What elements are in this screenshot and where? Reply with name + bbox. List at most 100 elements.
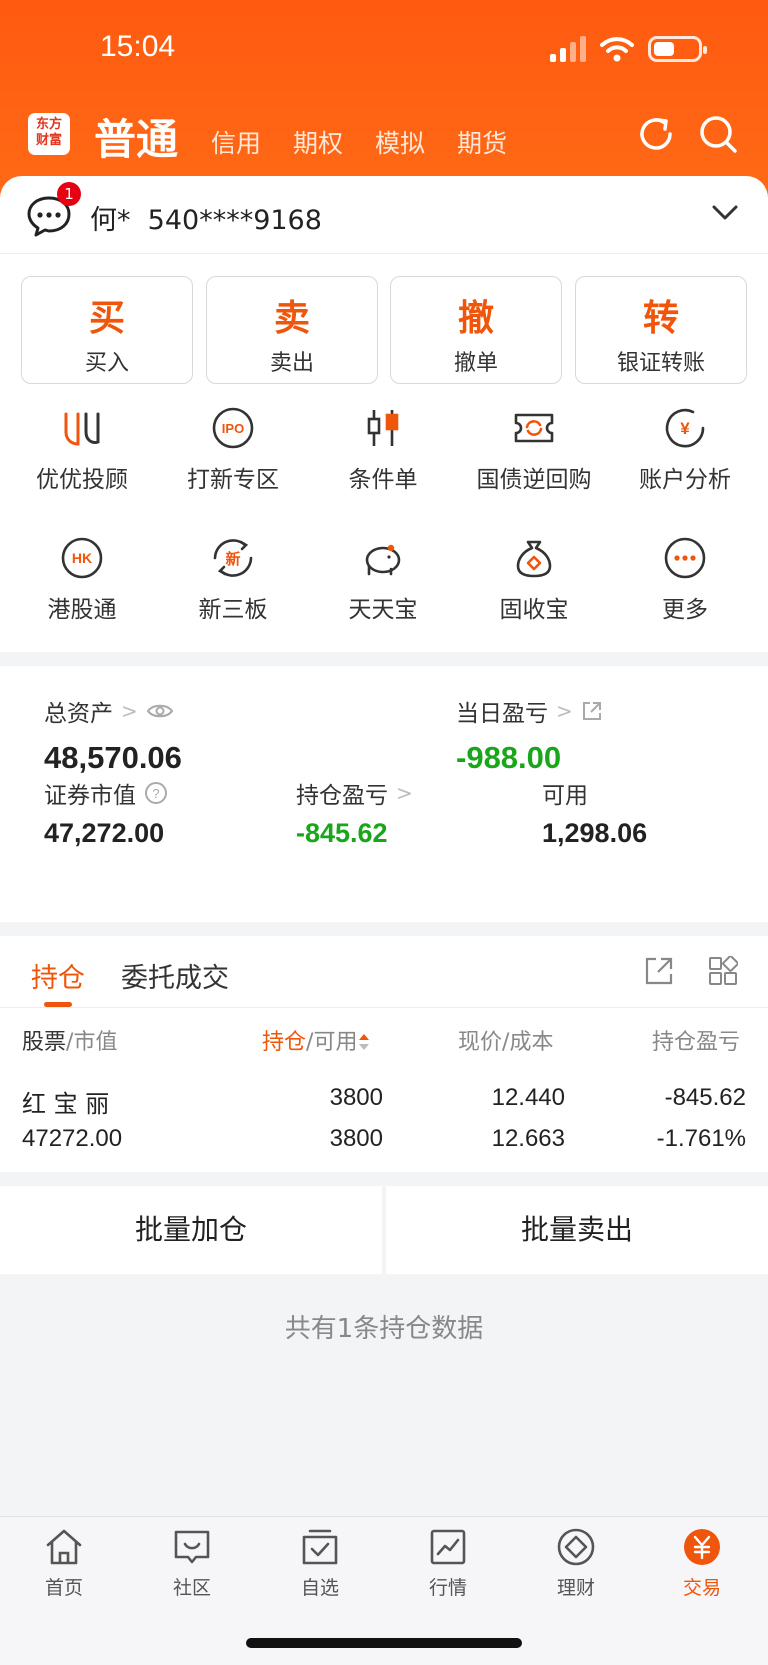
grid-label: 优优投顾 <box>36 467 128 493</box>
col-price-text: 现价 <box>458 1030 503 1055</box>
new-board-icon-text: 新 <box>225 550 240 568</box>
grid-item-tiantianbao[interactable]: 天天宝 <box>313 536 453 624</box>
trade-icon <box>684 1529 720 1565</box>
col-header-holding[interactable]: 持仓/可用 <box>262 1024 371 1056</box>
tab-label: 社区 <box>172 1577 211 1599</box>
tab-label: 自选 <box>300 1577 339 1599</box>
row-price: 12.440 <box>491 1084 565 1111</box>
cancel-order-button[interactable]: 撤 撤单 <box>390 276 562 384</box>
svg-text:?: ? <box>152 786 159 801</box>
tab-positions[interactable]: 持仓 <box>31 956 85 995</box>
grid-item-reverse-repo[interactable]: 国债逆回购 <box>464 406 604 494</box>
grid-label: 港股通 <box>47 597 117 623</box>
status-time: 15:04 <box>100 30 176 63</box>
tab-community[interactable]: 社区 <box>142 1527 242 1600</box>
grid-item-youyou-advisor[interactable]: 优优投顾 <box>12 406 152 494</box>
community-icon <box>174 1530 210 1564</box>
grid-label: 国债逆回购 <box>476 467 592 493</box>
tab-market[interactable]: 行情 <box>398 1527 498 1600</box>
account-bar[interactable]: 1 何* 540****9168 <box>0 176 768 254</box>
piggy-bank-icon <box>365 544 401 576</box>
cancel-label: 撤单 <box>453 351 498 376</box>
refresh-icon[interactable] <box>634 112 678 156</box>
grid-view-icon[interactable] <box>708 956 738 986</box>
search-icon[interactable] <box>696 112 740 156</box>
transfer-label: 银证转账 <box>616 351 705 376</box>
message-badge: 1 <box>57 182 81 206</box>
col-stock-text: 股票 <box>22 1030 67 1055</box>
brand-logo: 东方 财富 <box>28 113 70 155</box>
securities-market-label[interactable]: 证券市值 ? <box>44 776 168 810</box>
row-market-value: 47272.00 <box>22 1125 123 1152</box>
row-pl-percent: -1.761% <box>656 1125 746 1152</box>
bank-transfer-button[interactable]: 转 银证转账 <box>575 276 747 384</box>
tab-simulation[interactable]: 模拟 <box>375 124 425 160</box>
wealth-icon <box>557 1528 595 1566</box>
tab-futures[interactable]: 期货 <box>457 124 507 160</box>
securities-market-text: 证券市值 <box>44 783 136 809</box>
ipo-icon-text: IPO <box>222 421 244 436</box>
tab-wealth[interactable]: 理财 <box>526 1527 626 1600</box>
account-analysis-icon-text: ¥ <box>680 419 690 438</box>
chevron-down-icon[interactable] <box>712 204 738 222</box>
sell-button[interactable]: 卖 卖出 <box>206 276 378 384</box>
batch-sell-button[interactable]: 批量卖出 <box>386 1186 768 1274</box>
available-label: 可用 <box>542 783 588 809</box>
tab-watchlist[interactable]: 自选 <box>270 1527 370 1600</box>
assets-second-row: 证券市值 ? 47,272.00 持仓盈亏 > -845.62 可用 1,298… <box>0 666 768 922</box>
grid-label: 账户分析 <box>639 467 731 493</box>
positions-panel: 持仓 委托成交 股票/市值 持仓/可用 现价/成本 持仓盈亏 红 宝 丽 472… <box>0 936 768 1172</box>
batch-add-button[interactable]: 批量加仓 <box>0 1186 382 1274</box>
grid-item-ipo[interactable]: IPO 打新专区 <box>163 406 303 494</box>
row-holding: 3800 <box>329 1084 383 1111</box>
tab-trade[interactable]: 交易 <box>652 1527 752 1600</box>
col-market-value-text: 市值 <box>73 1030 118 1055</box>
cancel-glyph: 撤 <box>457 298 494 339</box>
grid-label: 条件单 <box>348 467 418 493</box>
grid-item-new-third-board[interactable]: 新 新三板 <box>163 536 303 624</box>
position-pl-label[interactable]: 持仓盈亏 > <box>296 776 413 810</box>
tab-label: 首页 <box>44 1577 83 1599</box>
grid-item-conditional-order[interactable]: 条件单 <box>313 406 453 494</box>
col-header-price: 现价/成本 <box>458 1030 554 1055</box>
grid-item-gushoubao[interactable]: 固收宝 <box>464 536 604 624</box>
signal-icon <box>550 36 586 62</box>
buy-button[interactable]: 买 买入 <box>21 276 193 384</box>
col-header-stock: 股票/市值 <box>22 1030 118 1055</box>
help-icon[interactable]: ? <box>144 781 168 805</box>
sell-label: 卖出 <box>269 351 314 376</box>
transfer-glyph: 转 <box>642 298 679 339</box>
app-header: 15:04 东方 财富 普通 信用 期权 模拟 期货 <box>0 0 768 200</box>
tab-options[interactable]: 期权 <box>293 124 343 160</box>
chevron-right-icon: > <box>396 781 413 805</box>
tab-credit[interactable]: 信用 <box>211 124 261 160</box>
new-board-icon: 新 <box>213 539 253 577</box>
export-icon[interactable] <box>644 956 674 986</box>
col-header-pl: 持仓盈亏 <box>652 1030 741 1055</box>
row-stock-name: 红 宝 丽 <box>22 1090 110 1118</box>
grid-item-more[interactable]: 更多 <box>615 536 755 624</box>
col-available-text: 可用 <box>313 1030 358 1055</box>
position-pl-value: -845.62 <box>296 818 388 848</box>
row-cost: 12.663 <box>491 1125 565 1152</box>
tab-normal[interactable]: 普通 <box>94 106 178 167</box>
grid-item-account-analysis[interactable]: ¥ 账户分析 <box>615 406 755 494</box>
watchlist-icon <box>302 1529 338 1565</box>
grid-label: 打新专区 <box>187 467 279 493</box>
market-icon <box>430 1529 466 1565</box>
available-value: 1,298.06 <box>542 818 648 848</box>
position-pl-text: 持仓盈亏 <box>296 783 388 809</box>
repo-icon <box>514 413 554 443</box>
tab-label: 行情 <box>428 1577 467 1599</box>
grid-item-hk-connect[interactable]: HK 港股通 <box>12 536 152 624</box>
home-icon <box>46 1529 82 1565</box>
status-icons <box>550 36 707 62</box>
wifi-icon <box>600 37 634 62</box>
grid-label: 固收宝 <box>499 597 569 623</box>
hk-icon: HK <box>61 537 103 579</box>
battery-icon <box>648 36 707 62</box>
row-available: 3800 <box>329 1125 383 1152</box>
tab-orders-trades[interactable]: 委托成交 <box>121 956 229 995</box>
tab-home[interactable]: 首页 <box>14 1527 114 1600</box>
sort-icon[interactable] <box>357 1032 371 1052</box>
